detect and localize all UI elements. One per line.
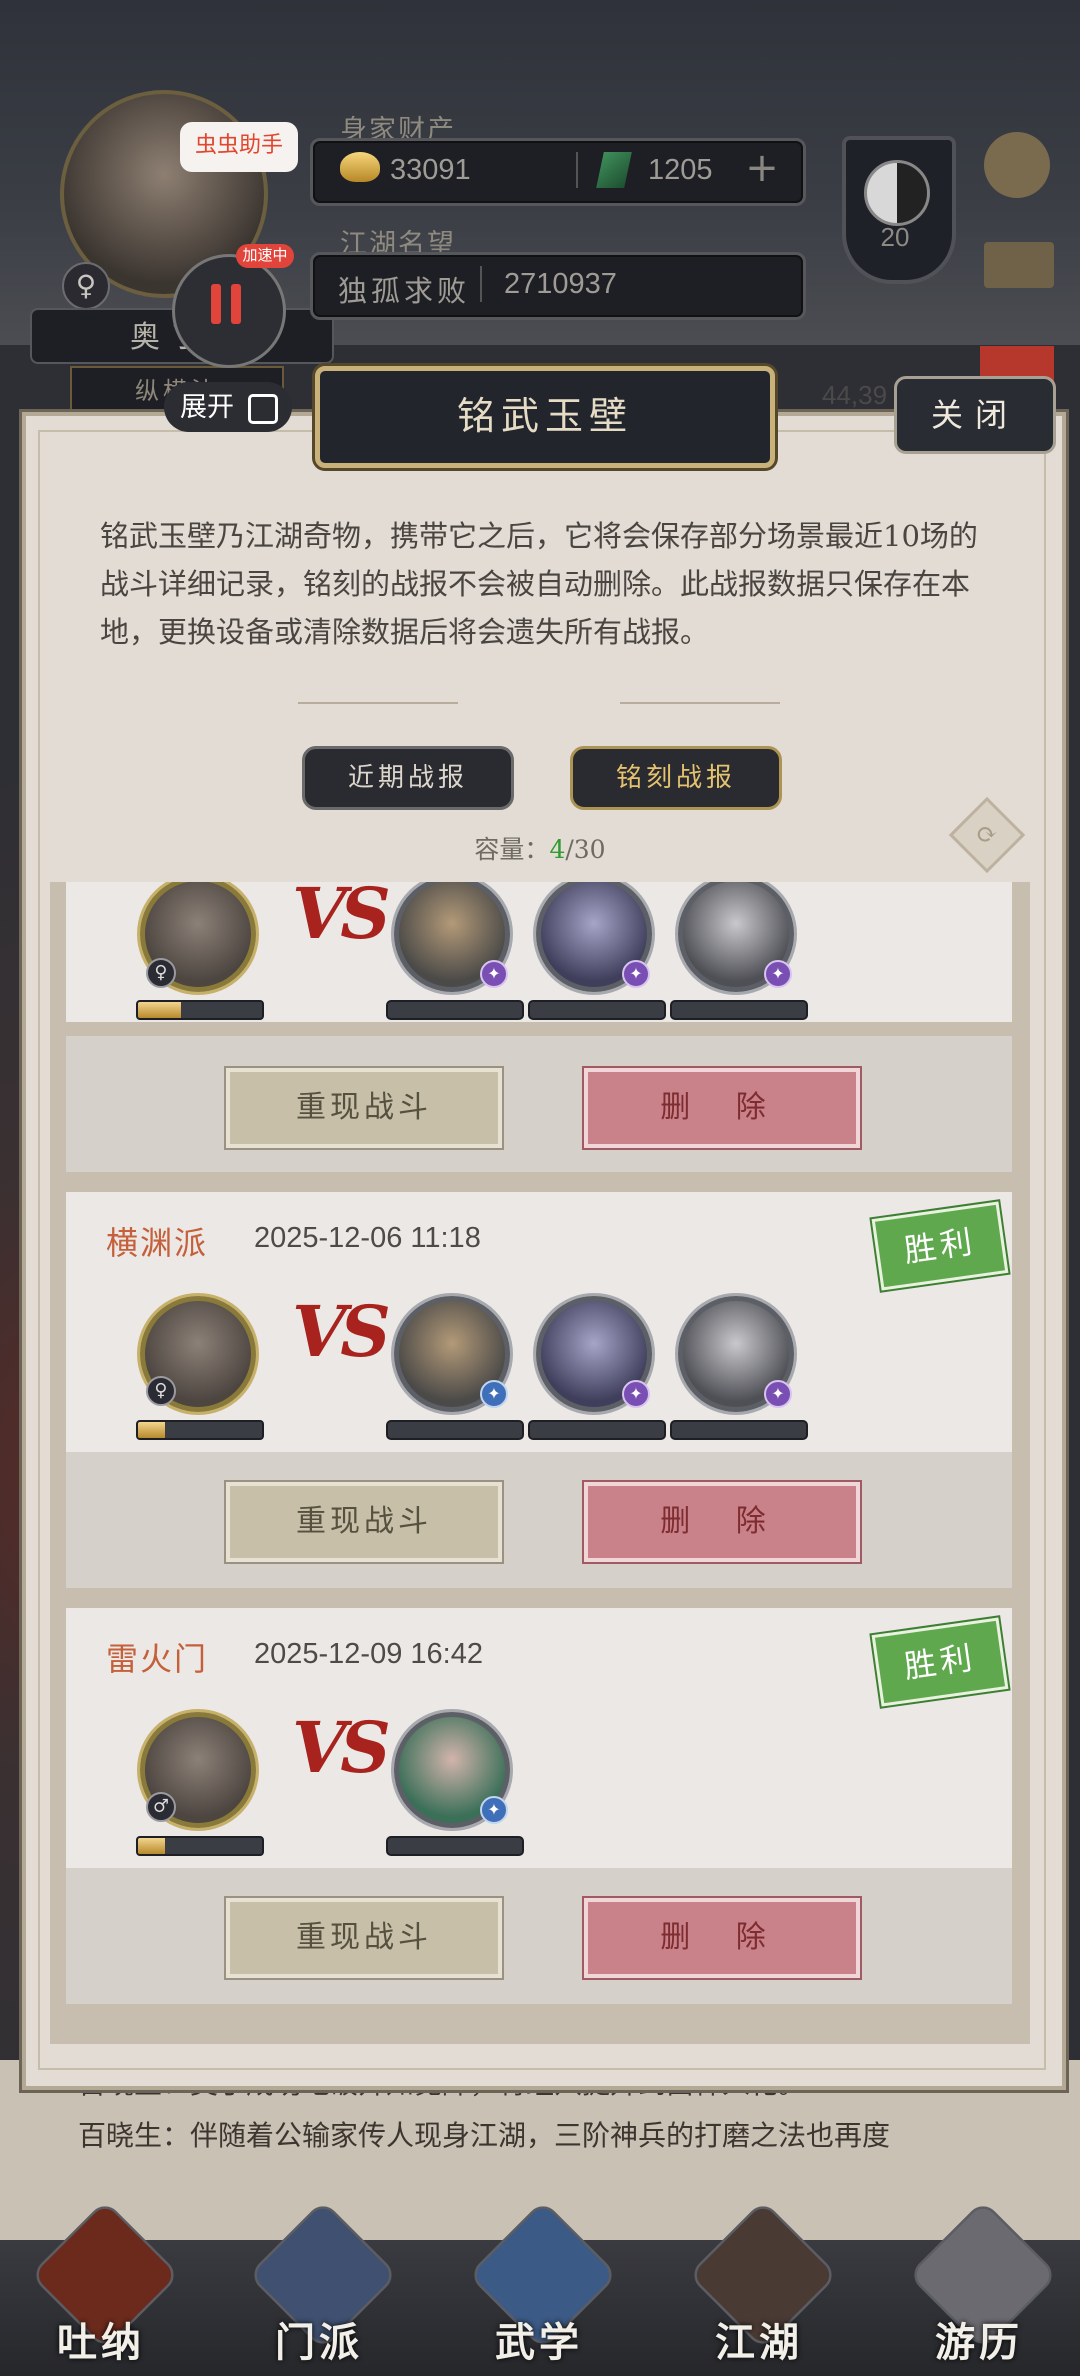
gender-icon: ♂: [146, 1792, 176, 1822]
battle-date: 2025-12-09 16:42: [254, 1638, 483, 1670]
hp-fill: [138, 1422, 166, 1438]
panel-title: 铭武玉壁: [456, 394, 633, 438]
gold-amount: 33091: [390, 154, 471, 186]
delete-report-button[interactable]: 删 除: [584, 1068, 860, 1148]
jade-amount: 1205: [648, 154, 713, 186]
opponent-sect: 横渊派: [106, 1224, 209, 1262]
battle-card: 横渊派 2025-12-06 11:18 胜利 ♀ VS ✦ ✦ ✦ 重现战斗 …: [66, 1192, 1012, 1592]
battle-date: 2025-12-06 11:18: [254, 1222, 481, 1254]
vs-label: VS: [292, 1290, 391, 1373]
gear-icon[interactable]: [984, 132, 1050, 198]
mail-icon[interactable]: [984, 242, 1054, 288]
nav-item-jianghu[interactable]: 江湖: [684, 2199, 839, 2376]
opponent-bar: [386, 1420, 524, 1440]
capacity-label: 容量：: [474, 835, 550, 864]
divider: [298, 702, 458, 704]
element-icon: ✦: [764, 1380, 792, 1408]
capacity-readout: 容量：4/30: [0, 830, 1080, 866]
opponent-bar: [528, 1420, 666, 1440]
accelerating-badge: 加速中: [236, 244, 294, 268]
replay-battle-button[interactable]: 重现战斗: [226, 1068, 502, 1148]
opponent-sect: 雷火门: [106, 1640, 209, 1678]
tab-recent-reports[interactable]: 近期战报: [302, 746, 514, 810]
expand-label: 展开: [180, 392, 234, 422]
element-icon: ✦: [480, 1796, 508, 1824]
gender-icon: ♀: [146, 958, 176, 988]
nav-item-breathing[interactable]: 吐纳: [26, 2199, 181, 2376]
element-icon: ✦: [480, 960, 508, 988]
close-button[interactable]: 关闭: [894, 376, 1056, 454]
pause-icon: [208, 284, 244, 324]
fame-amount: 2710937: [504, 268, 617, 300]
news-line: 百晓生：伴随着公输家传人现身江湖，三阶神兵的打磨之法也再度: [78, 2119, 891, 2152]
taiji-icon: [864, 160, 930, 226]
gender-icon: ♀: [62, 262, 110, 310]
battle-report-list[interactable]: ♀ VS ✦ ✦ ✦ 重现战斗 删 除 横渊派 2025-12-06 11:18…: [50, 882, 1030, 2044]
replay-battle-button[interactable]: 重现战斗: [226, 1482, 502, 1562]
capacity-total: /30: [565, 835, 606, 864]
vs-label: VS: [292, 1706, 391, 1789]
nav-label: 门派: [275, 2319, 363, 2366]
hp-fill: [138, 1838, 166, 1854]
fame-title: 独孤求败: [338, 274, 471, 308]
player-hp-bar: [136, 1420, 264, 1440]
expand-icon: [247, 393, 278, 424]
battle-card-actions: [66, 1868, 1012, 2004]
nav-item-martial[interactable]: 武学: [464, 2199, 619, 2376]
battle-card-actions: [66, 1036, 1012, 1172]
divider: [576, 152, 578, 188]
battle-card: 雷火门 2025-12-09 16:42 胜利 ♂ VS ✦ 重现战斗 删 除: [66, 1608, 1012, 2008]
delete-report-button[interactable]: 删 除: [584, 1898, 860, 1978]
element-icon: ✦: [622, 960, 650, 988]
battle-card: ♀ VS ✦ ✦ ✦: [66, 882, 1012, 1062]
opponent-bar: [670, 1000, 808, 1020]
player-hp-bar: [136, 1000, 264, 1020]
replay-battle-button[interactable]: 重现战斗: [226, 1898, 502, 1978]
divider: [620, 702, 780, 704]
delete-report-button[interactable]: 删 除: [584, 1482, 860, 1562]
add-currency-icon[interactable]: +: [740, 146, 784, 190]
panel-description: 铭武玉壁乃江湖奇物，携带它之后，它将会保存部分场景最近10场的战斗详细记录，铭刻…: [100, 519, 978, 649]
player-hp-bar: [136, 1836, 264, 1856]
nav-label: 游历: [935, 2319, 1023, 2366]
opponent-bar: [386, 1836, 524, 1856]
gold-ingot-icon: [340, 152, 380, 182]
vs-label: VS: [292, 882, 391, 955]
element-icon: ✦: [622, 1380, 650, 1408]
capacity-used: 4: [549, 835, 566, 864]
nav-label: 武学: [495, 2319, 583, 2366]
battle-card-actions: [66, 1452, 1012, 1588]
expand-button[interactable]: 展开: [164, 382, 292, 432]
element-icon: ✦: [480, 1380, 508, 1408]
element-icon: ✦: [764, 960, 792, 988]
level-value: 20: [880, 222, 910, 252]
opponent-bar: [528, 1000, 666, 1020]
nav-item-sect[interactable]: 门派: [244, 2199, 399, 2376]
opponent-bar: [670, 1420, 808, 1440]
nav-label: 江湖: [715, 2319, 803, 2366]
nav-label: 吐纳: [57, 2319, 145, 2366]
hidden-stat: 44,39: [822, 380, 888, 410]
hp-fill: [138, 1002, 182, 1018]
wealth-bar: [310, 138, 806, 206]
helper-button[interactable]: 虫虫助手: [180, 122, 298, 172]
gender-icon: ♀: [146, 1376, 176, 1406]
divider: [480, 266, 482, 302]
nav-item-travel[interactable]: 游历: [904, 2199, 1059, 2376]
tab-carved-reports[interactable]: 铭刻战报: [570, 746, 782, 810]
opponent-bar: [386, 1000, 524, 1020]
